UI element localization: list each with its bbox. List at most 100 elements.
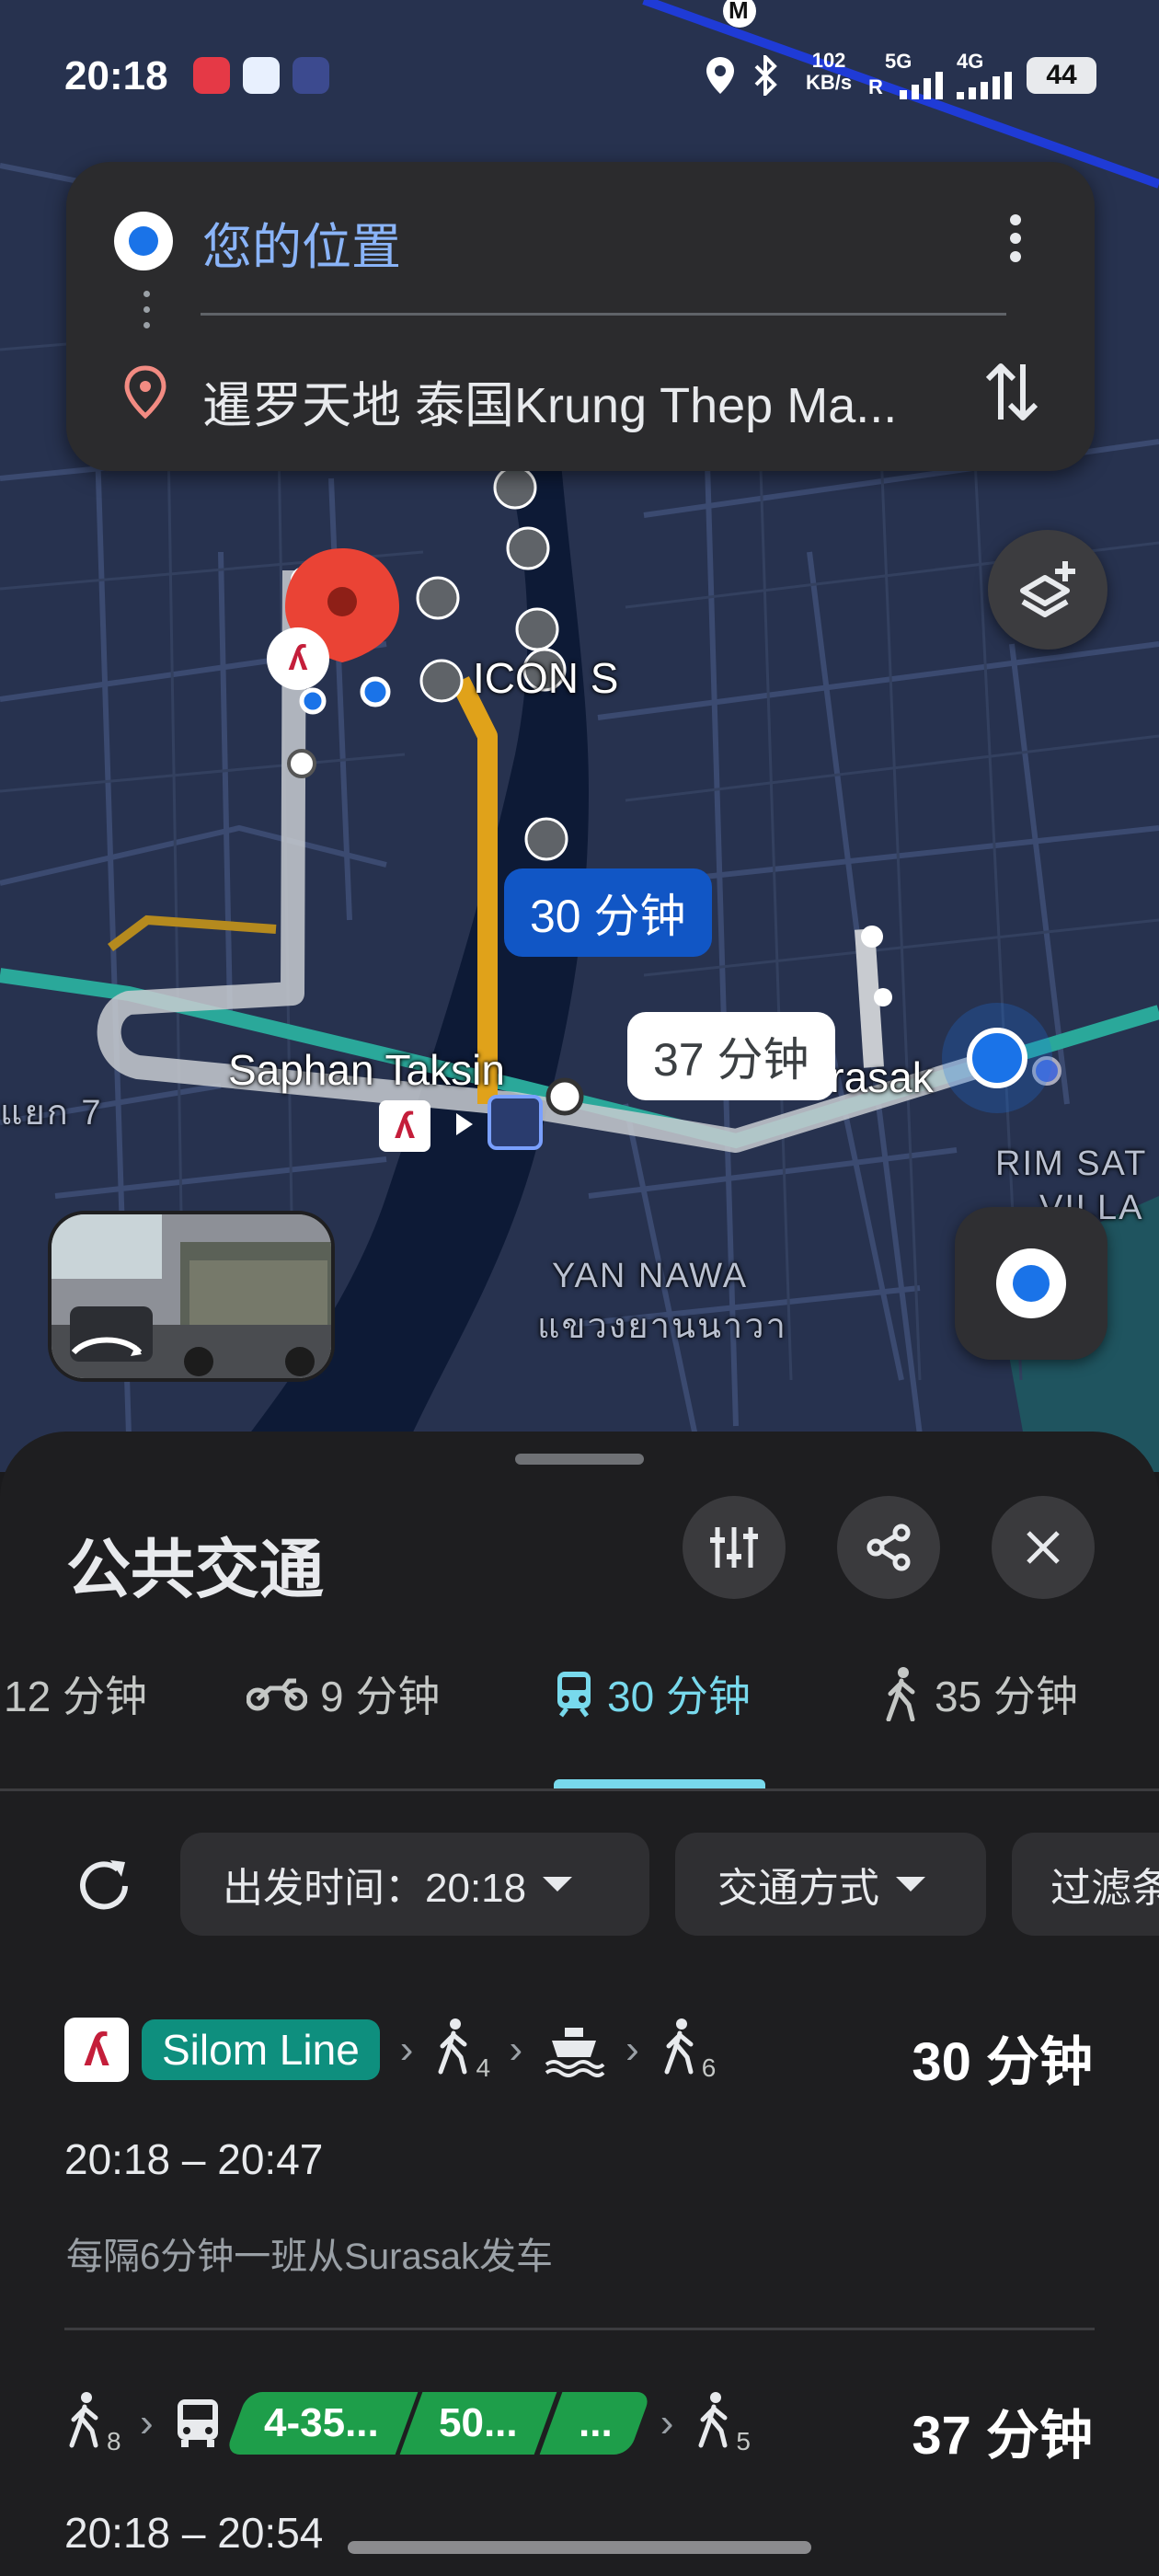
net-speed: 102 KB/s: [806, 50, 852, 94]
street-view-image: [52, 1214, 331, 1378]
more-options-icon[interactable]: [997, 210, 1034, 274]
route-duration: 30 分钟: [912, 2032, 1093, 2092]
tab-walk[interactable]: 35 分钟: [881, 1652, 1078, 1735]
depart-time-label: 出发时间：20:18: [223, 1866, 527, 1911]
map-layers-button[interactable]: [988, 530, 1107, 650]
map-label-yaek: แยก 7: [0, 1094, 103, 1133]
walk-icon: [886, 1667, 915, 1721]
origin-dot-icon: [114, 212, 173, 270]
chevron-down-icon: [896, 1877, 925, 1892]
active-tab-indicator: [554, 1779, 765, 1788]
sheet-drag-handle[interactable]: [515, 1454, 644, 1465]
train-icon: [557, 1672, 591, 1718]
chevron-right-icon: ›: [509, 2027, 523, 2072]
tab-drive-label: 12 分钟: [4, 1673, 147, 1720]
walk-icon: [69, 2392, 98, 2448]
chevron-right-icon: ›: [399, 2027, 414, 2072]
bus-line-badge: 4-35...: [224, 2392, 418, 2455]
route-duration-bubble[interactable]: 30 分钟: [504, 868, 712, 957]
map-label-yan-nawa-th: แขวงยานนาวา: [537, 1307, 787, 1346]
close-button[interactable]: [992, 1496, 1095, 1599]
motorcycle-icon: [247, 1678, 307, 1711]
home-indicator[interactable]: [348, 2541, 811, 2554]
filter-chip[interactable]: 过滤条件: [1012, 1833, 1159, 1936]
route-frequency-note: 每隔6分钟一班从Surasak发车: [66, 2237, 553, 2277]
map-label-rim-sat: RIM SAT: [995, 1144, 1148, 1183]
sliders-icon: [710, 1527, 758, 1568]
route-steps: ʎ Silom Line › 4 › › 6: [64, 2013, 717, 2087]
location-icon: [706, 57, 734, 94]
alt-route-duration-bubble[interactable]: 37 分钟: [627, 1012, 835, 1100]
tab-motorcycle[interactable]: 9 分钟: [247, 1652, 440, 1735]
walk-minutes: 5: [736, 2427, 751, 2455]
bus-icon: [177, 2399, 218, 2447]
bts-station-icon[interactable]: ʎ: [379, 1100, 430, 1152]
battery-indicator: 44: [1027, 57, 1096, 94]
refresh-icon[interactable]: [74, 1855, 134, 1915]
share-icon: [866, 1524, 911, 1571]
walk-icon: [664, 2018, 694, 2075]
status-time: 20:18: [64, 53, 168, 98]
destination-pin-icon: [124, 365, 166, 420]
route-time-range: 20:18 – 20:47: [64, 2135, 324, 2183]
transit-mode-label: 交通方式: [717, 1866, 879, 1911]
bts-station-icon[interactable]: ʎ: [274, 635, 322, 683]
sim1-type: 5G: [885, 50, 912, 73]
close-icon: [1027, 1531, 1060, 1564]
sim1-roaming: R: [868, 75, 883, 98]
chevron-down-icon: [543, 1877, 573, 1892]
field-divider: [201, 313, 1006, 316]
depart-time-chip[interactable]: 出发时间：20:18: [180, 1833, 649, 1936]
walk-minutes: 6: [701, 2053, 717, 2082]
signal-icon: [900, 72, 943, 99]
chevron-right-icon: ›: [660, 2400, 674, 2445]
swap-directions-icon[interactable]: [977, 355, 1047, 429]
walk-minutes: 4: [476, 2053, 491, 2082]
walk-step: 6: [660, 2017, 717, 2083]
route-duration: 37 分钟: [912, 2406, 1093, 2466]
bus-lines: 4-35... 50... ...: [224, 2392, 652, 2455]
directions-card: 您的位置 暹罗天地 泰国Krung Thep Ma...: [66, 162, 1095, 471]
aqara-icon: [293, 57, 329, 94]
map-label-yan-nawa: YAN NAWA: [552, 1257, 749, 1295]
share-button[interactable]: [837, 1496, 940, 1599]
walk-step: 4: [433, 2017, 491, 2083]
walk-icon: [698, 2392, 728, 2448]
net-speed-unit: KB/s: [806, 71, 853, 94]
filter-label: 过滤条件: [1050, 1866, 1159, 1911]
tab-motorcycle-label: 9 分钟: [320, 1673, 441, 1720]
chevron-right-icon: ›: [140, 2400, 154, 2445]
transit-mode-chip[interactable]: 交通方式: [675, 1833, 986, 1936]
walk-step: 8: [64, 2390, 121, 2456]
route-divider: [64, 2328, 1095, 2330]
travel-mode-tabs: 12 分钟 9 分钟 30 分钟 35 分钟: [0, 1652, 1159, 1735]
route-options-button[interactable]: [683, 1496, 786, 1599]
compass-label: M: [729, 0, 749, 24]
walk-minutes: 8: [107, 2427, 121, 2455]
tab-walk-label: 35 分钟: [935, 1673, 1078, 1720]
translate-icon: [243, 57, 280, 94]
street-view-thumbnail[interactable]: [48, 1211, 335, 1382]
tab-transit[interactable]: 30 分钟: [554, 1652, 751, 1735]
walk-step: 5: [694, 2390, 751, 2456]
line-badge: Silom Line: [142, 2019, 380, 2080]
my-location-button[interactable]: [955, 1207, 1107, 1360]
map-label-icon-siam: ICON S: [473, 654, 619, 702]
sim2-type: 4G: [957, 50, 984, 73]
tab-transit-label: 30 分钟: [607, 1673, 751, 1720]
walk-icon: [438, 2018, 467, 2075]
tabs-divider: [0, 1788, 1159, 1791]
route-steps: 8 › 4-35... 50... ... › 5: [64, 2386, 751, 2460]
net-speed-value: 102: [811, 49, 846, 72]
chevron-right-icon: ›: [625, 2027, 639, 2072]
tab-drive[interactable]: 12 分钟: [4, 1652, 147, 1735]
origin-field[interactable]: 您的位置: [202, 206, 401, 279]
my-location-icon: [996, 1248, 1066, 1318]
ferry-icon: [545, 2028, 605, 2077]
destination-field[interactable]: 暹罗天地 泰国Krung Thep Ma...: [202, 364, 897, 437]
sheet-title: 公共交通: [66, 1534, 324, 1605]
bts-line-icon: ʎ: [64, 2018, 129, 2082]
status-bar: 20:18 102 KB/s 5G R 4G 44: [0, 37, 1159, 110]
route-connector-dots: [143, 291, 151, 338]
bus-line-badge: ...: [539, 2392, 652, 2455]
